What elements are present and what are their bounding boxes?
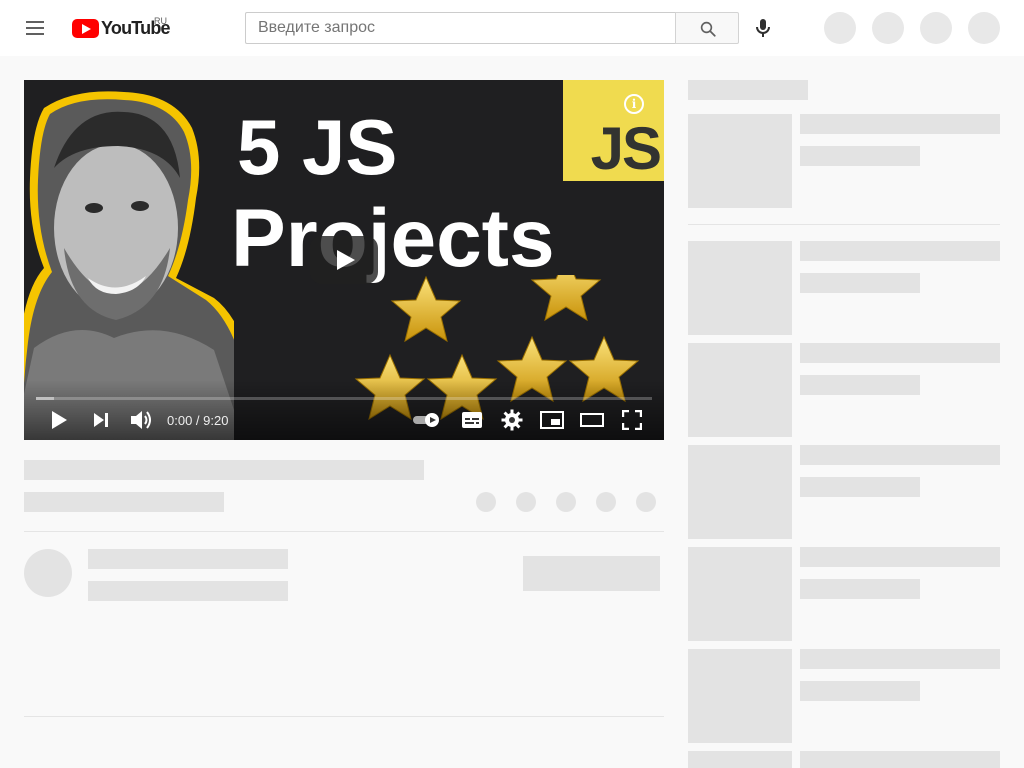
avatar[interactable] <box>968 12 1000 44</box>
time-current: 0:00 <box>167 413 193 428</box>
region-code: RU <box>154 16 167 26</box>
notifications-button-placeholder[interactable] <box>920 12 952 44</box>
video-title-placeholder <box>24 460 424 480</box>
info-icon[interactable]: i <box>624 94 644 114</box>
voice-search-button[interactable] <box>751 16 775 40</box>
youtube-logo[interactable]: YouTube RU <box>72 16 171 40</box>
video-player[interactable]: JS i 5 JS Projects 0:00 / 9:20 <box>24 80 664 440</box>
title-placeholder <box>800 547 1000 567</box>
progress-bar-fill <box>36 397 55 400</box>
search-input[interactable] <box>246 13 675 43</box>
menu-icon[interactable] <box>24 20 48 38</box>
title-placeholder <box>800 649 1000 669</box>
thumbnail-placeholder <box>688 241 792 335</box>
theater-icon <box>580 413 604 427</box>
search-icon <box>700 21 716 37</box>
miniplayer-button[interactable] <box>538 406 566 434</box>
autoplay-toggle-icon <box>413 413 439 427</box>
next-button[interactable] <box>88 406 114 434</box>
thumbnail-placeholder <box>688 649 792 743</box>
sidebar-header-placeholder <box>688 80 808 100</box>
title-placeholder <box>800 241 1000 261</box>
action-button-placeholder <box>516 492 536 512</box>
mic-icon <box>756 19 770 37</box>
autoplay-toggle[interactable] <box>410 406 444 434</box>
progress-bar[interactable] <box>36 397 652 400</box>
thumbnail-placeholder <box>688 547 792 641</box>
thumbnail-placeholder <box>688 114 792 208</box>
channel-avatar-placeholder <box>24 549 72 597</box>
action-button-placeholder <box>556 492 576 512</box>
channel-subs-placeholder <box>88 581 288 601</box>
meta-placeholder <box>800 681 920 701</box>
thumbnail-title-line1: 5 JS <box>237 103 398 191</box>
meta-placeholder <box>800 579 920 599</box>
channel-name-placeholder <box>88 549 288 569</box>
time-separator: / <box>192 413 204 428</box>
play-button[interactable] <box>46 406 72 434</box>
miniplayer-icon <box>540 411 564 429</box>
time-display: 0:00 / 9:20 <box>167 413 228 428</box>
video-views-placeholder <box>24 492 224 512</box>
apps-button-placeholder[interactable] <box>872 12 904 44</box>
subtitles-icon <box>462 412 482 428</box>
mute-button[interactable] <box>126 406 156 434</box>
js-badge: JS <box>563 80 664 182</box>
divider <box>24 531 664 532</box>
youtube-logo-icon <box>72 18 99 38</box>
theater-mode-button[interactable] <box>578 406 606 434</box>
js-badge-text: JS <box>590 115 662 182</box>
large-play-button[interactable] <box>310 236 378 284</box>
title-placeholder <box>800 445 1000 465</box>
meta-placeholder <box>800 273 920 293</box>
title-placeholder <box>800 343 1000 363</box>
create-button-placeholder[interactable] <box>824 12 856 44</box>
fullscreen-icon <box>622 410 642 430</box>
thumbnail-placeholder <box>688 751 792 768</box>
next-icon <box>94 413 108 427</box>
time-total: 9:20 <box>203 413 229 428</box>
star-icon <box>531 275 601 321</box>
thumbnail-title-line2: Projects <box>231 193 555 284</box>
action-button-placeholder <box>476 492 496 512</box>
play-icon <box>52 411 67 429</box>
star-icon <box>391 276 461 342</box>
gear-icon <box>501 409 523 431</box>
meta-placeholder <box>800 477 920 497</box>
masthead: YouTube RU <box>0 0 1024 56</box>
search-button[interactable] <box>675 12 739 44</box>
thumbnail-placeholder <box>688 445 792 539</box>
search-box <box>245 12 675 44</box>
thumbnail-placeholder <box>688 343 792 437</box>
meta-placeholder <box>800 375 920 395</box>
divider <box>24 716 664 717</box>
subscribe-button-placeholder <box>523 556 660 591</box>
volume-icon <box>131 411 151 429</box>
title-placeholder <box>800 114 1000 134</box>
meta-placeholder <box>800 146 920 166</box>
divider <box>688 224 1000 225</box>
fullscreen-button[interactable] <box>618 406 646 434</box>
settings-button[interactable] <box>498 406 526 434</box>
subtitles-button[interactable] <box>458 406 486 434</box>
action-button-placeholder <box>596 492 616 512</box>
player-controls-gradient <box>24 380 664 440</box>
action-button-placeholder <box>636 492 656 512</box>
title-placeholder <box>800 751 1000 768</box>
